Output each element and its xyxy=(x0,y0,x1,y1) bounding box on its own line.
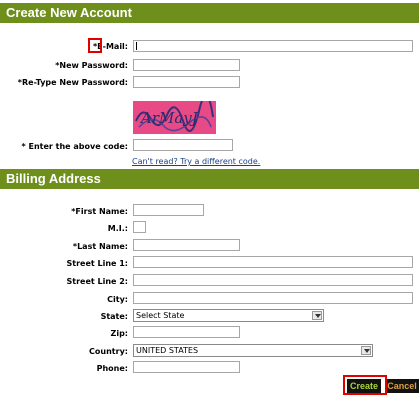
enter-code-label: * Enter the above code: xyxy=(21,142,128,151)
email-label: *E-Mail: xyxy=(92,42,128,51)
text-cursor xyxy=(136,42,137,50)
different-code-link[interactable]: Can't read? Try a different code. xyxy=(132,157,260,166)
country-selected-value: UNITED STATES xyxy=(136,346,199,355)
zip-label: Zip: xyxy=(110,329,128,338)
street2-label: Street Line 2: xyxy=(66,277,128,286)
retype-password-field[interactable] xyxy=(133,76,240,88)
country-select[interactable]: UNITED STATES xyxy=(133,344,373,357)
mi-label: M.I.: xyxy=(107,224,128,233)
city-label: City: xyxy=(107,295,128,304)
street-line-2-field[interactable] xyxy=(133,274,413,286)
captcha-image: ArMayJ xyxy=(133,101,216,134)
retype-password-label: *Re-Type New Password: xyxy=(17,78,128,87)
chevron-down-icon[interactable] xyxy=(312,311,322,320)
city-field[interactable] xyxy=(133,292,413,304)
new-password-field[interactable] xyxy=(133,59,240,71)
new-password-label: *New Password: xyxy=(55,61,128,70)
first-name-label: *First Name: xyxy=(71,207,128,216)
phone-label: Phone: xyxy=(96,364,128,373)
captcha-text: ArMayJ xyxy=(139,109,199,127)
state-select[interactable]: Select State xyxy=(133,309,324,322)
country-label: Country: xyxy=(89,347,128,356)
first-name-field[interactable] xyxy=(133,204,204,216)
zip-field[interactable] xyxy=(133,326,240,338)
last-name-label: *Last Name: xyxy=(72,242,128,251)
state-selected-value: Select State xyxy=(136,311,185,320)
create-button[interactable]: Create xyxy=(347,379,381,393)
street1-label: Street Line 1: xyxy=(66,259,128,268)
phone-field[interactable] xyxy=(133,361,240,373)
create-account-header: Create New Account xyxy=(0,3,419,23)
middle-initial-field[interactable] xyxy=(133,221,146,233)
cancel-button[interactable]: Cancel xyxy=(385,379,419,393)
email-field[interactable] xyxy=(133,40,413,52)
chevron-down-icon[interactable] xyxy=(361,346,371,355)
street-line-1-field[interactable] xyxy=(133,256,413,268)
last-name-field[interactable] xyxy=(133,239,240,251)
billing-address-header: Billing Address xyxy=(0,169,419,189)
state-label: State: xyxy=(100,312,128,321)
captcha-code-field[interactable] xyxy=(133,139,233,151)
